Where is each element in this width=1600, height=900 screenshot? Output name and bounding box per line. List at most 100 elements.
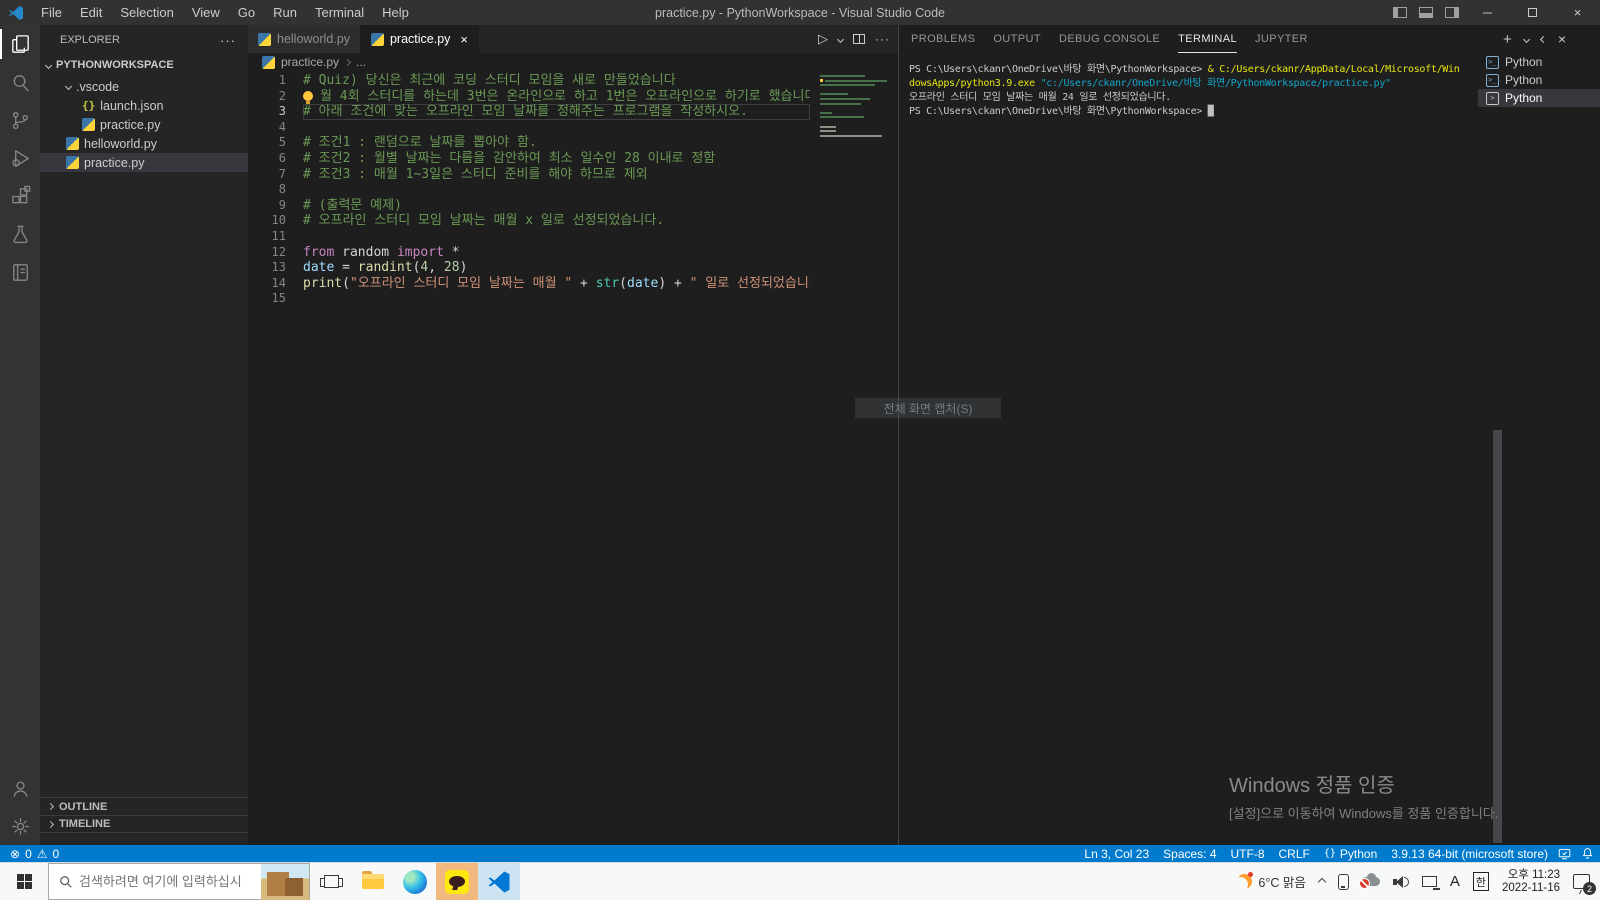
editor-more-actions-icon[interactable]: ···: [875, 32, 890, 46]
code-line-9[interactable]: 9 # (출력문 예제): [248, 198, 810, 214]
minimap[interactable]: [820, 75, 890, 144]
code-line-2[interactable]: 2 월 4회 스터디를 하는데 3번은 온라인으로 하고 1번은 오프라인으로 하…: [248, 89, 810, 105]
close-tab-icon[interactable]: ×: [460, 32, 468, 47]
panel-tab-output[interactable]: OUTPUT: [993, 25, 1041, 53]
status-python[interactable]: {} Python: [1324, 847, 1377, 861]
activity-extensions-icon[interactable]: [0, 177, 40, 215]
explorer-more-actions-icon[interactable]: ···: [220, 33, 236, 48]
menu-file[interactable]: File: [32, 0, 71, 25]
new-terminal-icon[interactable]: +: [1503, 31, 1512, 48]
code-line-4[interactable]: 4: [248, 120, 810, 136]
ime-english-indicator[interactable]: A: [1450, 873, 1460, 890]
code-line-10[interactable]: 10 # 오프라인 스터디 모임 날짜는 매월 x 일로 선정되었습니다.: [248, 213, 810, 229]
vscode-taskbar-button[interactable]: [478, 863, 520, 900]
menu-run[interactable]: Run: [264, 0, 306, 25]
menu-go[interactable]: Go: [229, 0, 264, 25]
start-button[interactable]: [0, 863, 48, 900]
file-explorer-button[interactable]: [352, 863, 394, 900]
code-line-14[interactable]: 14 print("오프라인 스터디 모임 날짜는 매월 " + str(date…: [248, 276, 810, 292]
activity-account-icon[interactable]: [0, 769, 40, 807]
minimize-button[interactable]: ─: [1465, 0, 1510, 25]
taskbar-clock[interactable]: 오후 11:23 2022-11-16: [1502, 869, 1560, 895]
code-line-7[interactable]: 7 # 조건3 : 매월 1~3일은 스터디 준비를 해야 하므로 제외: [248, 167, 810, 183]
code-line-12[interactable]: 12 from random import *: [248, 245, 810, 261]
taskbar-search-input[interactable]: [73, 874, 261, 889]
bing-daily-image[interactable]: [261, 863, 309, 900]
status-crlf[interactable]: CRLF: [1279, 847, 1310, 861]
toggle-secondary-sidebar-icon[interactable]: [1445, 7, 1459, 18]
panel-tab-problems[interactable]: PROBLEMS: [911, 25, 975, 53]
menu-selection[interactable]: Selection: [111, 0, 182, 25]
code-line-15[interactable]: 15: [248, 291, 810, 307]
run-python-file-icon[interactable]: ▷: [818, 31, 828, 47]
hidden-icons-chevron[interactable]: [1317, 877, 1327, 886]
maximize-button[interactable]: [1510, 0, 1555, 25]
taskbar-search[interactable]: [48, 863, 310, 900]
panel-chevron-icon[interactable]: [1539, 35, 1547, 43]
activity-run-debug-icon[interactable]: [0, 139, 40, 177]
toggle-sidebar-icon[interactable]: [1393, 7, 1407, 18]
terminal-instance[interactable]: >_ Python: [1478, 53, 1600, 71]
tab-practice-py[interactable]: practice.py ×: [360, 25, 480, 53]
problems-status[interactable]: ⊗ 0 ⚠ 0: [0, 847, 59, 861]
terminal-dropdown-icon[interactable]: [1522, 35, 1530, 43]
code-editor[interactable]: 1 # Quiz) 당신은 최근에 코딩 스터디 모임을 새로 만들었습니다 2 월 …: [248, 73, 810, 307]
ime-korean-indicator[interactable]: 한: [1472, 872, 1490, 891]
run-dropdown-icon[interactable]: [836, 35, 845, 43]
action-center-button[interactable]: 2: [1573, 874, 1596, 895]
activity-explorer-icon[interactable]: [0, 25, 40, 63]
code-line-6[interactable]: 6 # 조건2 : 월별 날짜는 다름을 감안하여 최소 일수인 28 이내로 정…: [248, 151, 810, 167]
menu-view[interactable]: View: [183, 0, 229, 25]
status-3-9-13-64-bit-microsoft-store-[interactable]: 3.9.13 64-bit (microsoft store): [1391, 847, 1548, 861]
panel-tab-terminal[interactable]: TERMINAL: [1178, 25, 1237, 53]
capture-tool-menu-item[interactable]: 전체 화면 캡처(S): [855, 398, 1001, 418]
status-spaces-4[interactable]: Spaces: 4: [1163, 847, 1216, 861]
kakaotalk-button[interactable]: [436, 863, 478, 900]
terminal-instance[interactable]: >_ Python: [1478, 71, 1600, 89]
code-line-1[interactable]: 1 # Quiz) 당신은 최근에 코딩 스터디 모임을 새로 만들었습니다: [248, 73, 810, 89]
code-line-3[interactable]: 3 # 아래 조건에 맞는 오프라인 모임 날짜를 정해주는 프로그램을 작성하시…: [248, 104, 810, 120]
split-editor-icon[interactable]: [853, 34, 865, 44]
outline-section[interactable]: OUTLINE: [40, 797, 248, 815]
status-utf-8[interactable]: UTF-8: [1231, 847, 1265, 861]
activity-source-control-icon[interactable]: [0, 101, 40, 139]
panel-tab-debug-console[interactable]: DEBUG CONSOLE: [1059, 25, 1160, 53]
lightbulb-icon[interactable]: [303, 91, 313, 105]
feedback-icon[interactable]: [1558, 847, 1571, 860]
code-line-5[interactable]: 5 # 조건1 : 랜덤으로 날짜를 뽑아야 함.: [248, 135, 810, 151]
code-line-13[interactable]: 13 date = randint(4, 28): [248, 260, 810, 276]
workspace-root-row[interactable]: PYTHONWORKSPACE: [40, 55, 248, 75]
tree-item-helloworld-py[interactable]: helloworld.py: [40, 134, 248, 153]
notifications-bell-icon[interactable]: [1581, 847, 1594, 860]
menu-help[interactable]: Help: [373, 0, 418, 25]
tab-helloworld-py[interactable]: helloworld.py: [248, 25, 361, 53]
terminal-instance[interactable]: > Python: [1478, 89, 1600, 107]
status-ln-3-col-23[interactable]: Ln 3, Col 23: [1084, 847, 1149, 861]
activity-search-icon[interactable]: [0, 63, 40, 101]
close-panel-icon[interactable]: ×: [1558, 31, 1566, 47]
activity-notebook-icon[interactable]: [0, 253, 40, 291]
panel-tab-jupyter[interactable]: JUPYTER: [1255, 25, 1308, 53]
tree-item-launch-json[interactable]: {} launch.json: [40, 96, 248, 115]
menu-terminal[interactable]: Terminal: [306, 0, 373, 25]
weather-widget[interactable]: 6°C 맑음: [1237, 872, 1306, 891]
task-view-button[interactable]: [310, 863, 352, 900]
network-icon[interactable]: [1421, 876, 1440, 890]
code-line-8[interactable]: 8: [248, 182, 810, 198]
tree-item--vscode[interactable]: .vscode: [40, 77, 248, 96]
edge-button[interactable]: [394, 863, 436, 900]
terminal-output[interactable]: PS C:\Users\ckanr\OneDrive\바탕 화면\PythonW…: [909, 63, 1475, 119]
volume-icon[interactable]: [1392, 875, 1409, 889]
activity-settings-icon[interactable]: [0, 807, 40, 845]
breadcrumb-file[interactable]: practice.py: [281, 55, 339, 69]
code-line-11[interactable]: 11: [248, 229, 810, 245]
tree-item-practice-py[interactable]: practice.py: [40, 153, 248, 172]
phone-link-icon[interactable]: [1337, 873, 1349, 890]
toggle-panel-icon[interactable]: [1419, 7, 1433, 18]
tree-item-practice-py[interactable]: practice.py: [40, 115, 248, 134]
breadcrumb[interactable]: practice.py ...: [248, 53, 898, 71]
activity-testing-icon[interactable]: [0, 215, 40, 253]
close-button[interactable]: ×: [1555, 0, 1600, 25]
onedrive-error-icon[interactable]: [1358, 873, 1380, 889]
timeline-section[interactable]: TIMELINE: [40, 815, 248, 833]
